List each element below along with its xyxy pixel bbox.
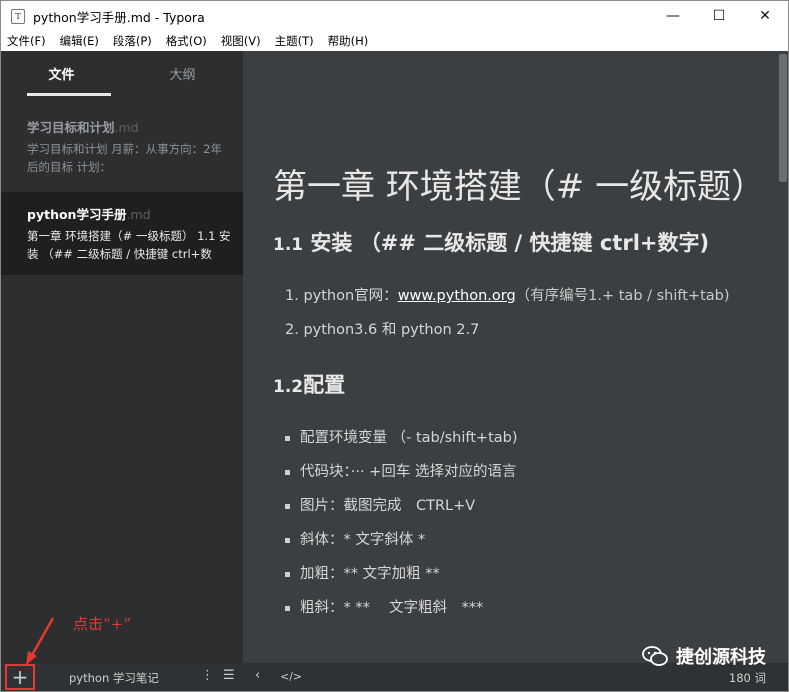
list-number: 2. bbox=[285, 322, 299, 338]
list-text: 图片：截图完成 CTRL+V bbox=[300, 498, 476, 514]
file-name: python学习手册 bbox=[27, 207, 127, 222]
menu-format[interactable]: 格式(O) bbox=[159, 33, 214, 49]
file-snippet: 第一章 环境搭建（# 一级标题） 1.1 安装 （## 二级标题 / 快捷键 c… bbox=[27, 229, 231, 261]
heading-text: 安装 （## 二级标题 / 快捷键 ctrl+数字) bbox=[303, 231, 710, 255]
menu-theme[interactable]: 主题(T) bbox=[268, 33, 321, 49]
list-text: 加粗：** 文字加粗 ** bbox=[300, 566, 440, 582]
menu-file[interactable]: 文件(F) bbox=[1, 33, 53, 49]
word-count[interactable]: 180 词 bbox=[729, 670, 766, 686]
file-name: 学习目标和计划 bbox=[27, 120, 115, 135]
bullet-marker bbox=[285, 469, 290, 475]
ordered-list: 1. python官网：www.python.org（有序编号1.+ tab /… bbox=[273, 279, 753, 347]
typora-app-icon: T bbox=[11, 8, 25, 24]
list-item: 粗斜：* ** 文字粗斜 *** bbox=[273, 591, 753, 625]
minimize-button[interactable]: — bbox=[650, 1, 696, 31]
file-entry-active[interactable]: python学习手册.md 第一章 环境搭建（# 一级标题） 1.1 安装 （#… bbox=[1, 192, 243, 275]
back-arrow-icon[interactable]: ‹ bbox=[255, 668, 260, 683]
list-item: 图片：截图完成 CTRL+V bbox=[273, 489, 753, 523]
list-item: 1. python官网：www.python.org（有序编号1.+ tab /… bbox=[273, 279, 753, 313]
bullet-marker bbox=[285, 537, 290, 543]
watermark-text: 捷创源科技 bbox=[676, 647, 766, 668]
active-tab-indicator bbox=[27, 93, 111, 96]
title-bar: T python学习手册.md - Typora — ☐ ✕ bbox=[1, 1, 788, 31]
list-text: python官网： bbox=[303, 288, 398, 304]
list-item: 配置环境变量 （- tab/shift+tab) bbox=[273, 421, 753, 455]
list-text: python3.6 和 python 2.7 bbox=[303, 322, 480, 338]
heading-1: 第一章 环境搭建（# 一级标题） bbox=[273, 167, 766, 207]
tab-files[interactable]: 文件 bbox=[1, 51, 122, 97]
annotation-arrow-icon bbox=[26, 617, 55, 665]
bullet-list: 配置环境变量 （- tab/shift+tab) 代码块：··· +回车 选择对… bbox=[273, 421, 753, 625]
close-button[interactable]: ✕ bbox=[742, 1, 788, 31]
sidebar: 文件 大纲 学习目标和计划.md 学习目标和计划 月薪：从事方向：2年后的目标 … bbox=[1, 51, 243, 663]
typora-window: T python学习手册.md - Typora — ☐ ✕ 文件(F) 编辑(… bbox=[0, 0, 789, 692]
heading-2: 1.2配置 bbox=[273, 369, 753, 399]
bullet-marker bbox=[285, 605, 290, 611]
list-item: 2. python3.6 和 python 2.7 bbox=[273, 313, 753, 347]
list-number: 1. bbox=[285, 288, 299, 304]
editor-scrollbar[interactable] bbox=[778, 51, 788, 663]
heading-number: 1.2 bbox=[273, 377, 304, 397]
file-title: python学习手册.md bbox=[27, 204, 233, 223]
list-text: 粗斜：* ** 文字粗斜 *** bbox=[300, 600, 484, 616]
menu-bar: 文件(F) 编辑(E) 段落(P) 格式(O) 视图(V) 主题(T) 帮助(H… bbox=[1, 31, 788, 51]
menu-edit[interactable]: 编辑(E) bbox=[53, 33, 106, 49]
editor-pane[interactable]: 第一章 环境搭建（# 一级标题） 1.1 安装 （## 二级标题 / 快捷键 c… bbox=[243, 51, 788, 663]
wechat-logo-icon bbox=[642, 646, 668, 666]
menu-paragraph[interactable]: 段落(P) bbox=[106, 33, 159, 49]
source-code-icon[interactable]: </> bbox=[280, 670, 302, 683]
heading-text: 配置 bbox=[303, 373, 346, 397]
folder-name[interactable]: python 学习笔记 bbox=[69, 670, 159, 686]
file-title: 学习目标和计划.md bbox=[27, 117, 233, 136]
bullet-marker bbox=[285, 571, 290, 577]
watermark: 捷创源科技 bbox=[642, 643, 766, 669]
menu-help[interactable]: 帮助(H) bbox=[321, 33, 376, 49]
file-extension: .md bbox=[126, 207, 151, 222]
window-controls: — ☐ ✕ bbox=[650, 1, 788, 31]
scrollbar-thumb[interactable] bbox=[779, 54, 787, 182]
window-title: python学习手册.md - Typora bbox=[33, 9, 205, 25]
sidebar-tabs: 文件 大纲 bbox=[1, 51, 243, 97]
bullet-marker bbox=[285, 503, 290, 509]
heading-number: 1.1 bbox=[273, 235, 304, 255]
maximize-button[interactable]: ☐ bbox=[696, 1, 742, 31]
document-content: 第一章 环境搭建（# 一级标题） 1.1 安装 （## 二级标题 / 快捷键 c… bbox=[273, 167, 766, 625]
python-link[interactable]: www.python.org bbox=[398, 288, 516, 304]
list-item: 代码块：··· +回车 选择对应的语言 bbox=[273, 455, 753, 489]
more-options-icon[interactable]: ⋮ bbox=[201, 668, 214, 683]
list-text: 斜体：* 文字斜体 * bbox=[300, 532, 426, 548]
outline-toggle-icon[interactable]: ☰ bbox=[223, 668, 235, 683]
bullet-marker bbox=[285, 435, 290, 441]
list-item: 斜体：* 文字斜体 * bbox=[273, 523, 753, 557]
list-text: 代码块：··· +回车 选择对应的语言 bbox=[300, 464, 517, 480]
list-text: 配置环境变量 （- tab/shift+tab) bbox=[300, 430, 518, 446]
tab-outline[interactable]: 大纲 bbox=[122, 51, 243, 97]
annotation-label: 点击“+” bbox=[73, 615, 131, 633]
list-item: 加粗：** 文字加粗 ** bbox=[273, 557, 753, 591]
menu-view[interactable]: 视图(V) bbox=[214, 33, 268, 49]
file-extension: .md bbox=[114, 120, 139, 135]
heading-2: 1.1 安装 （## 二级标题 / 快捷键 ctrl+数字) bbox=[273, 227, 753, 257]
add-file-button[interactable]: + bbox=[5, 664, 35, 690]
file-entry[interactable]: 学习目标和计划.md 学习目标和计划 月薪：从事方向：2年后的目标 计划： bbox=[1, 109, 243, 184]
file-snippet: 学习目标和计划 月薪：从事方向：2年后的目标 计划： bbox=[27, 142, 222, 174]
list-note: （有序编号1.+ tab / shift+tab) bbox=[515, 288, 730, 304]
